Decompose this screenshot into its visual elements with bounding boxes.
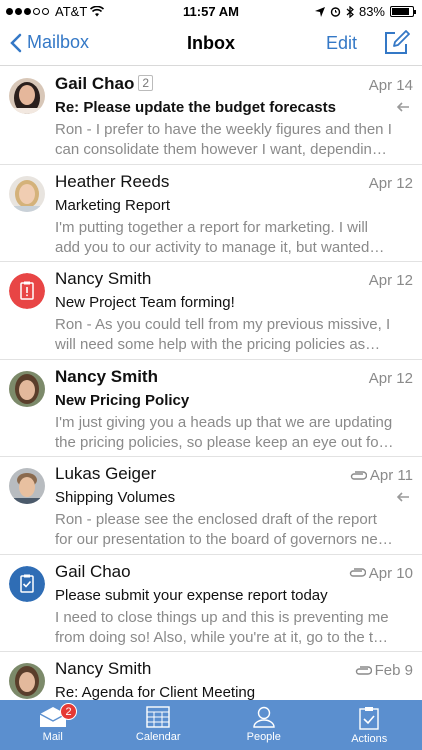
tab-mail[interactable]: 2 Mail <box>0 700 106 750</box>
date-label: Apr 12 <box>368 272 413 289</box>
message-date: Apr 10 <box>348 565 413 582</box>
message-date: Apr 12 <box>369 370 413 387</box>
tab-label: Actions <box>351 733 388 745</box>
message-subject: Please submit your expense report today <box>55 586 328 604</box>
message-date: Apr 11 <box>349 467 413 484</box>
sender-name: Heather Reeds <box>55 171 170 191</box>
thread-count-badge: 2 <box>138 75 154 91</box>
clipboard-check-icon <box>359 707 379 730</box>
message-row[interactable]: Gail Chao 2 Apr 14 Re: Please update the … <box>0 67 422 165</box>
message-preview: I'm putting together a report for market… <box>55 218 385 256</box>
message-date: Apr 12 <box>369 272 413 289</box>
sender-name: Nancy Smith <box>55 269 152 288</box>
location-arrow-icon <box>314 6 325 17</box>
message-row[interactable]: Heather Reeds Apr 12 Marketing Report I'… <box>0 165 422 262</box>
replied-arrow-icon <box>396 492 409 502</box>
tab-label: Calendar <box>135 731 181 743</box>
tab-calendar[interactable]: Calendar <box>106 700 212 750</box>
tab-label: People <box>246 731 281 743</box>
status-indicators: 83% <box>314 4 416 19</box>
navigation-bar: Mailbox Inbox Edit <box>0 22 422 66</box>
person-icon <box>253 706 275 728</box>
date-label: Apr 12 <box>368 174 413 192</box>
avatar <box>9 663 45 699</box>
message-date: Apr 14 <box>369 77 413 94</box>
message-preview: Ron - I prefer to have the weekly figure… <box>55 121 392 158</box>
date-label: Apr 10 <box>368 564 413 582</box>
sender-name: Nancy Smith <box>55 659 152 678</box>
replied-arrow-icon <box>396 102 409 112</box>
message-preview: Ron - As you could tell from my previous… <box>55 316 391 353</box>
message-subject: Re: Agenda for Client Meeting <box>55 684 256 700</box>
bluetooth-icon <box>346 5 354 18</box>
alert-clipboard-icon <box>9 273 45 309</box>
message-subject: Re: Please update the budget forecasts <box>55 99 336 116</box>
date-label: Apr 12 <box>368 369 413 387</box>
sender-name: Nancy Smith <box>55 366 158 386</box>
message-list: Gail Chao 2 Apr 14 Re: Please update the … <box>0 67 422 700</box>
battery-level <box>392 8 409 15</box>
attachment-icon <box>349 568 366 577</box>
checklist-icon <box>9 565 45 602</box>
back-to-mailbox-button[interactable]: Mailbox <box>10 32 89 53</box>
message-row[interactable]: Nancy Smith Feb 9 Re: Agenda for Client … <box>0 652 422 700</box>
tab-actions[interactable]: Actions <box>317 700 422 750</box>
message-row[interactable]: Lukas Geiger Apr 11 Shipping Volumes Ron… <box>0 457 422 555</box>
date-label: Feb 9 <box>374 662 413 679</box>
date-label: Apr 14 <box>368 77 413 94</box>
message-row[interactable]: Gail Chao Apr 10 Please submit your expe… <box>0 555 422 652</box>
message-subject: New Project Team forming! <box>55 294 235 311</box>
tab-bar: 2 Mail Calendar People Actions <box>0 700 422 750</box>
back-button-label: Mailbox <box>27 32 90 52</box>
message-date: Apr 12 <box>369 175 413 192</box>
avatar <box>9 175 45 212</box>
unread-count-badge: 2 <box>60 703 77 720</box>
message-subject: Marketing Report <box>55 196 171 214</box>
message-preview: I'm just giving you a heads up that we a… <box>55 413 394 451</box>
compose-icon <box>385 30 410 54</box>
sender-name: Lukas Geiger <box>55 464 157 483</box>
sender-name: Gail Chao <box>55 561 131 581</box>
status-bar: AT&T 11:57 AM 83% <box>0 0 422 22</box>
date-label: Apr 11 <box>369 467 413 484</box>
sender-name: Gail Chao <box>55 74 135 93</box>
attachment-icon <box>355 665 372 675</box>
attachment-icon <box>350 470 367 480</box>
message-subject: Shipping Volumes <box>55 489 176 506</box>
calendar-icon <box>146 706 170 728</box>
avatar <box>9 468 45 504</box>
chevron-left-icon <box>10 33 22 52</box>
message-row[interactable]: Nancy Smith Apr 12 New Pricing Policy I'… <box>0 360 422 457</box>
message-row[interactable]: Nancy Smith Apr 12 New Project Team form… <box>0 262 422 360</box>
tab-people[interactable]: People <box>211 700 317 750</box>
edit-button[interactable]: Edit <box>326 33 357 54</box>
alarm-clock-icon <box>330 7 341 17</box>
battery-icon <box>390 6 416 17</box>
message-date: Feb 9 <box>354 662 413 679</box>
battery-percent: 83% <box>358 4 385 19</box>
tab-label: Mail <box>42 731 63 743</box>
avatar <box>9 78 45 114</box>
compose-button[interactable] <box>384 29 410 60</box>
message-preview: I need to close things up and this is pr… <box>55 608 389 646</box>
message-preview: Ron - please see the enclosed draft of t… <box>55 511 393 548</box>
message-subject: New Pricing Policy <box>55 391 190 409</box>
avatar <box>9 370 45 407</box>
